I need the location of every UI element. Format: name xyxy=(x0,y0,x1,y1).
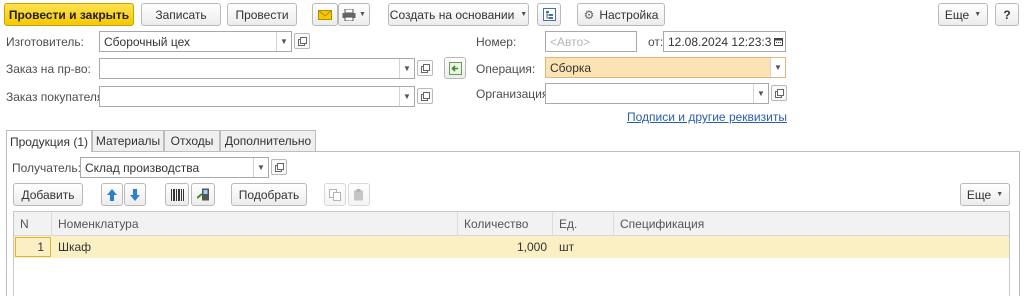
tab-panel-left-border xyxy=(6,151,7,296)
chevron-down-icon[interactable]: ▼ xyxy=(399,87,414,106)
more-label: Еще xyxy=(944,7,970,22)
manufacturer-label: Изготовитель: xyxy=(6,35,84,49)
operation-label: Операция: xyxy=(476,62,536,76)
open-icon xyxy=(297,36,307,46)
chevron-down-icon[interactable]: ▼ xyxy=(399,59,414,78)
barcode-button[interactable] xyxy=(165,183,189,206)
hierarchy-icon xyxy=(542,8,556,21)
tab-materials[interactable]: Материалы xyxy=(92,130,164,151)
help-button[interactable]: ? xyxy=(995,3,1019,26)
table-more-button[interactable]: Еще ▼ xyxy=(960,183,1010,206)
row-specification-cell[interactable] xyxy=(614,236,1009,258)
customer-order-field[interactable]: ▼ xyxy=(99,86,415,107)
settings-label: Настройка xyxy=(599,7,659,22)
operation-field[interactable]: Сборка ▼ xyxy=(545,57,786,78)
open-production-order-button[interactable] xyxy=(417,60,433,76)
date-field[interactable]: 12.08.2024 12:23:34 xyxy=(663,31,786,52)
create-based-on-button[interactable]: Создать на основании ▼ xyxy=(388,3,529,26)
manufacturer-field[interactable]: Сборочный цех ▼ xyxy=(99,31,292,52)
open-icon xyxy=(420,63,430,73)
open-icon xyxy=(774,88,784,98)
paste-rows-button[interactable] xyxy=(348,183,370,206)
email-button[interactable] xyxy=(312,3,338,26)
row-number-cell[interactable]: 1 xyxy=(15,237,51,257)
move-down-button[interactable] xyxy=(124,183,146,206)
tab-waste[interactable]: Отходы xyxy=(164,130,220,151)
chevron-down-icon[interactable]: ▼ xyxy=(753,84,768,103)
column-header-item[interactable]: Номенклатура xyxy=(52,212,458,236)
more-button[interactable]: Еще ▼ xyxy=(938,3,988,26)
chevron-down-icon: ▼ xyxy=(996,191,1004,198)
row-number: 1 xyxy=(37,240,44,254)
chevron-down-icon: ▼ xyxy=(974,11,982,18)
save-button[interactable]: Записать xyxy=(141,3,221,26)
copy-icon xyxy=(329,188,341,201)
post-and-close-button[interactable]: Провести и закрыть xyxy=(4,3,134,26)
add-button[interactable]: Добавить xyxy=(13,183,83,206)
open-icon xyxy=(420,91,430,101)
production-order-label: Заказ на пр-во: xyxy=(6,62,91,76)
column-header-quantity[interactable]: Количество xyxy=(458,212,553,236)
signatures-link[interactable]: Подписи и другие реквизиты xyxy=(627,110,787,124)
fill-arrow-icon xyxy=(448,61,462,75)
row-item-cell[interactable]: Шкаф xyxy=(52,236,458,258)
gear-icon: ⚙ xyxy=(583,7,595,22)
print-button[interactable]: ▼ xyxy=(338,3,370,26)
tab-additional[interactable]: Дополнительно xyxy=(220,130,316,151)
data-collection-button[interactable] xyxy=(191,183,215,206)
column-header-specification[interactable]: Спецификация xyxy=(614,212,1009,236)
barcode-icon xyxy=(170,188,184,201)
open-organization-button[interactable] xyxy=(771,85,787,101)
fill-from-order-button[interactable] xyxy=(444,57,466,79)
tab-panel-border xyxy=(6,151,1020,152)
production-order-field[interactable]: ▼ xyxy=(99,58,415,79)
open-recipient-button[interactable] xyxy=(271,159,287,175)
column-header-n[interactable]: N xyxy=(14,212,52,236)
date-label: от: xyxy=(648,35,664,49)
settings-button[interactable]: ⚙ Настройка xyxy=(577,3,665,26)
chevron-down-icon: ▼ xyxy=(520,11,528,18)
recipient-label: Получатель: xyxy=(12,161,81,175)
open-customer-order-button[interactable] xyxy=(417,88,433,104)
active-tab-gap xyxy=(7,150,91,152)
pick-button[interactable]: Подобрать xyxy=(231,183,307,206)
row-quantity-cell[interactable]: 1,000 xyxy=(458,236,553,258)
table-more-label: Еще xyxy=(966,187,992,202)
scanner-icon xyxy=(196,188,209,201)
paste-icon xyxy=(354,188,363,200)
chevron-down-icon: ▼ xyxy=(359,11,366,18)
structure-button[interactable] xyxy=(537,3,561,26)
tab-products[interactable]: Продукция (1) xyxy=(6,130,92,152)
recipient-field[interactable]: Склад производства ▼ xyxy=(80,157,269,178)
envelope-icon xyxy=(318,9,332,20)
printer-icon xyxy=(342,8,356,21)
row-unit-cell[interactable]: шт xyxy=(553,236,614,258)
date-value: 12.08.2024 12:23:34 xyxy=(668,34,771,49)
arrow-up-icon xyxy=(107,188,117,201)
arrow-down-icon xyxy=(130,188,140,201)
manufacturer-value: Сборочный цех xyxy=(104,34,190,49)
create-based-on-label: Создать на основании xyxy=(389,7,515,22)
copy-rows-button[interactable] xyxy=(324,183,346,206)
open-manufacturer-button[interactable] xyxy=(294,33,310,49)
customer-order-label: Заказ покупателя: xyxy=(6,90,107,104)
chevron-down-icon[interactable]: ▼ xyxy=(253,158,268,177)
number-placeholder: <Авто> xyxy=(550,34,591,49)
column-header-unit[interactable]: Ед. xyxy=(553,212,614,236)
number-label: Номер: xyxy=(476,35,517,49)
tab-panel-right-border xyxy=(1019,151,1020,296)
recipient-value: Склад производства xyxy=(85,160,200,175)
chevron-down-icon[interactable]: ▼ xyxy=(276,32,291,51)
chevron-down-icon[interactable]: ▼ xyxy=(770,58,785,77)
operation-value: Сборка xyxy=(550,60,592,75)
move-up-button[interactable] xyxy=(101,183,123,206)
number-field[interactable]: <Авто> xyxy=(545,31,637,52)
post-button[interactable]: Провести xyxy=(227,3,297,26)
calendar-icon[interactable] xyxy=(771,32,785,51)
organization-field[interactable]: ▼ xyxy=(545,83,769,104)
open-icon xyxy=(274,162,284,172)
organization-label: Организация: xyxy=(476,87,552,101)
